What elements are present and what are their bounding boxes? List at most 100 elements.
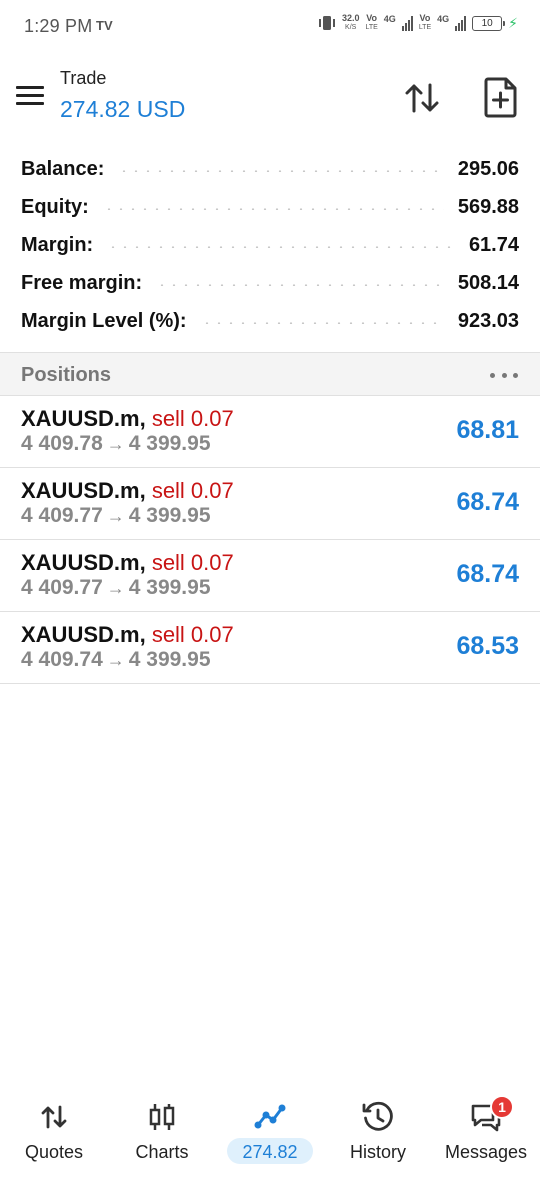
history-clock-icon (362, 1101, 393, 1131)
tradingview-icon: TV (96, 18, 113, 33)
arrow-right-icon: → (106, 506, 125, 526)
vibrate-icon (318, 16, 335, 30)
hamburger-menu-icon[interactable] (16, 86, 44, 108)
current-price: 4 399.95 (128, 432, 211, 455)
sim1-volte: Vo LTE (365, 14, 377, 32)
position-symbol: XAUUSD.m, (21, 478, 146, 503)
data-speed-unit: K/S (345, 24, 357, 31)
position-title: XAUUSD.m, sell 0.07 (21, 622, 234, 648)
dotted-leader (102, 208, 444, 210)
nav-charts[interactable]: Charts (108, 1086, 216, 1176)
arrow-right-icon: → (106, 434, 125, 454)
position-profit: 68.53 (456, 632, 519, 660)
position-row[interactable]: XAUUSD.m, sell 0.07 4 409.74 → 4 399.95 68… (0, 612, 540, 684)
data-speed-value: 32.0 (341, 13, 360, 23)
nav-quotes[interactable]: Quotes (0, 1086, 108, 1176)
positions-title: Positions (21, 364, 112, 386)
summary-row-free-margin: Free margin: 508.14 (0, 264, 540, 302)
summary-row-equity: Equity: 569.88 (0, 188, 540, 226)
battery-level: 10 (481, 17, 493, 29)
battery-icon: 10 (472, 15, 506, 31)
nav-messages[interactable]: 1 Messages (432, 1086, 540, 1176)
account-summary: Balance: 295.06 Equity: 569.88 Margin: 6… (0, 150, 540, 340)
dotted-leader (156, 284, 444, 286)
nav-label: History (349, 1142, 406, 1162)
more-options-icon[interactable] (490, 366, 518, 384)
sim2-label: Vo (419, 13, 431, 23)
open-price: 4 409.78 (21, 432, 103, 455)
summary-value: 295.06 (457, 157, 519, 180)
position-row[interactable]: XAUUSD.m, sell 0.07 4 409.77 → 4 399.95 68… (0, 468, 540, 540)
open-price: 4 409.74 (21, 648, 103, 671)
position-symbol: XAUUSD.m, (21, 550, 146, 575)
current-price: 4 399.95 (128, 648, 211, 671)
position-side: sell 0.07 (151, 622, 234, 647)
arrow-right-icon: → (106, 578, 125, 598)
position-title: XAUUSD.m, sell 0.07 (21, 478, 234, 504)
arrow-right-icon: → (106, 650, 125, 670)
sort-arrows-icon[interactable] (402, 78, 442, 118)
position-side: sell 0.07 (151, 550, 234, 575)
bottom-navigation: Quotes Charts 274.82 History 1 Messages (0, 1086, 540, 1176)
position-side: sell 0.07 (151, 478, 234, 503)
signal-icon (455, 15, 467, 31)
position-profit: 68.74 (456, 488, 519, 516)
current-price: 4 399.95 (128, 576, 211, 599)
open-price: 4 409.77 (21, 576, 103, 599)
nav-label: Quotes (24, 1142, 84, 1162)
sim2-volte: Vo LTE (419, 14, 431, 32)
dotted-leader (118, 170, 444, 172)
summary-row-margin-level: Margin Level (%): 923.03 (0, 302, 540, 340)
page-title: Trade (60, 68, 107, 88)
position-prices: 4 409.78 → 4 399.95 (21, 432, 211, 456)
dotted-leader (107, 246, 455, 248)
position-title: XAUUSD.m, sell 0.07 (21, 406, 234, 432)
sim2-network: 4G (437, 13, 450, 24)
nav-label: Messages (444, 1142, 528, 1162)
position-row[interactable]: XAUUSD.m, sell 0.07 4 409.78 → 4 399.95 68… (0, 396, 540, 468)
trade-line-icon (254, 1104, 286, 1129)
position-symbol: XAUUSD.m, (21, 406, 146, 431)
nav-label: Charts (135, 1142, 189, 1162)
summary-value: 569.88 (457, 195, 519, 218)
summary-label: Margin Level (%): (21, 309, 187, 332)
position-side: sell 0.07 (151, 406, 234, 431)
position-prices: 4 409.74 → 4 399.95 (21, 648, 211, 672)
status-time: 1:29 PM (24, 16, 93, 36)
position-symbol: XAUUSD.m, (21, 622, 146, 647)
current-price: 4 399.95 (128, 504, 211, 527)
dotted-leader (200, 322, 444, 324)
summary-row-margin: Margin: 61.74 (0, 226, 540, 264)
status-indicators: 32.0 K/S Vo LTE 4G Vo LTE 4G 10 ⚡ (318, 14, 518, 32)
open-price: 4 409.77 (21, 504, 103, 527)
quotes-arrows-icon (41, 1105, 67, 1129)
position-prices: 4 409.77 → 4 399.95 (21, 504, 211, 528)
summary-value: 61.74 (468, 233, 519, 256)
position-row[interactable]: XAUUSD.m, sell 0.07 4 409.77 → 4 399.95 68… (0, 540, 540, 612)
summary-row-balance: Balance: 295.06 (0, 150, 540, 188)
status-bar: 1:29 PM TV 32.0 K/S Vo LTE 4G Vo LTE 4G … (0, 0, 540, 54)
sim1-network: 4G (383, 13, 396, 24)
signal-icon (401, 15, 413, 31)
nav-history[interactable]: History (324, 1086, 432, 1176)
sim1-sub: LTE (365, 24, 378, 31)
position-profit: 68.74 (456, 560, 519, 588)
summary-label: Margin: (21, 233, 94, 256)
nav-label: 274.82 (242, 1142, 298, 1162)
new-document-icon[interactable] (482, 76, 520, 118)
position-prices: 4 409.77 → 4 399.95 (21, 576, 211, 600)
candlestick-icon (149, 1104, 175, 1130)
account-equity-subtitle: 274.82 USD (60, 96, 186, 122)
summary-value: 508.14 (457, 271, 519, 294)
positions-list: XAUUSD.m, sell 0.07 4 409.78 → 4 399.95 68… (0, 396, 540, 684)
position-profit: 68.81 (456, 416, 519, 444)
nav-trade[interactable]: 274.82 (216, 1086, 324, 1176)
charging-icon: ⚡ (508, 14, 518, 31)
summary-value: 923.03 (457, 309, 519, 332)
data-speed: 32.0 K/S (342, 14, 360, 32)
sim2-sub: LTE (418, 24, 432, 31)
unread-badge: 1 (490, 1095, 514, 1119)
app-header: Trade 274.82 USD (0, 58, 540, 138)
summary-label: Free margin: (21, 271, 143, 294)
position-title: XAUUSD.m, sell 0.07 (21, 550, 234, 576)
